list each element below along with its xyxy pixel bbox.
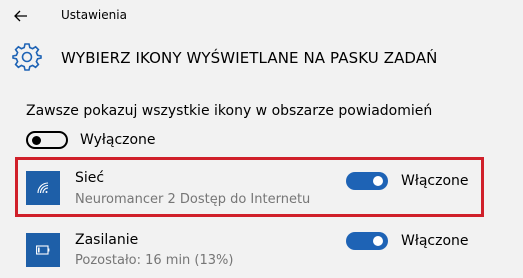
back-arrow-icon xyxy=(14,10,27,22)
power-name: Zasilanie xyxy=(75,232,139,248)
page-header: WYBIERZ IKONY WYŚWIETLANE NA PASKU ZADAŃ xyxy=(0,36,523,80)
always-show-label: Zawsze pokazuj wszystkie ikony w obszarz… xyxy=(26,103,433,119)
power-toggle[interactable] xyxy=(346,232,388,250)
always-show-state: Wyłączone xyxy=(80,132,156,148)
toggle-knob xyxy=(373,176,383,186)
network-state: Włączone xyxy=(401,173,469,189)
power-desc: Pozostało: 16 min (13%) xyxy=(75,253,234,268)
back-button[interactable] xyxy=(10,5,32,27)
network-tile xyxy=(26,171,60,205)
app-title: Ustawienia xyxy=(61,8,127,22)
network-name: Sieć xyxy=(75,170,105,186)
wifi-icon xyxy=(37,182,49,194)
toggle-knob xyxy=(32,136,41,145)
toggle-knob xyxy=(373,236,383,246)
title-bar: Ustawienia xyxy=(0,0,523,32)
power-state: Włączone xyxy=(401,233,469,249)
always-show-toggle[interactable] xyxy=(26,131,68,149)
network-desc: Neuromancer 2 Dostęp do Internetu xyxy=(75,192,311,207)
gear-icon xyxy=(12,43,42,71)
page-title: WYBIERZ IKONY WYŚWIETLANE NA PASKU ZADAŃ xyxy=(61,49,438,67)
network-toggle[interactable] xyxy=(346,172,388,190)
power-tile xyxy=(26,233,60,267)
battery-icon xyxy=(36,245,50,255)
